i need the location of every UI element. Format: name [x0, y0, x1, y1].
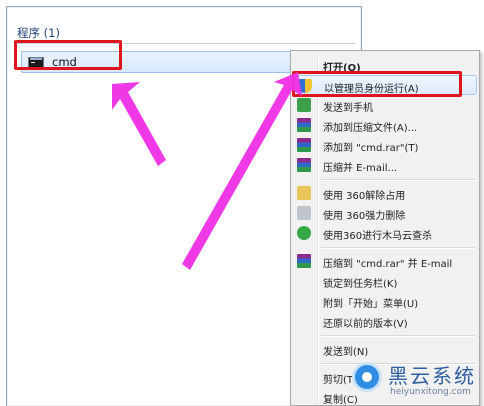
cmd-highlight-box	[14, 40, 122, 70]
menu-item-compress-email[interactable]: 压缩并 E-mail...	[293, 155, 477, 175]
menu-item-add-to-cmd-rar[interactable]: 添加到 "cmd.rar"(T)	[293, 135, 477, 155]
run-as-admin-highlight-box	[292, 71, 462, 97]
menu-item-pin-taskbar[interactable]: 锁定到任务栏(K)	[293, 271, 477, 291]
menu-separator	[321, 179, 475, 180]
context-menu: 打开(O) 以管理员身份运行(A) 发送到手机 添加到压缩文件(A)... 添加…	[290, 50, 480, 406]
winrar-icon	[297, 158, 311, 172]
menu-item-360-force-delete[interactable]: 使用 360强力删除	[293, 203, 477, 223]
watermark-url: heiyunxitong.com	[390, 387, 471, 397]
heiyun-logo-icon	[352, 362, 382, 392]
menu-separator	[321, 335, 475, 336]
programs-group-header: 程序 (1)	[17, 26, 60, 40]
menu-item-label: 使用 360强力删除	[323, 211, 406, 222]
menu-item-add-to-archive[interactable]: 添加到压缩文件(A)...	[293, 115, 477, 135]
menu-item-label: 附到「开始」菜单(U)	[323, 299, 419, 310]
menu-item-send-to-phone[interactable]: 发送到手机	[293, 95, 477, 115]
folder-360-icon	[297, 186, 311, 200]
winrar-icon	[297, 254, 311, 268]
watermark: 黑云系统 heiyunxitong.com	[348, 356, 484, 406]
menu-item-label: 添加到 "cmd.rar"(T)	[323, 143, 419, 154]
send-to-phone-icon	[297, 98, 311, 112]
menu-item-label: 发送到手机	[323, 103, 373, 114]
menu-item-restore-versions[interactable]: 还原以前的版本(V)	[293, 311, 477, 331]
menu-item-label: 使用 360解除占用	[323, 191, 406, 202]
menu-separator	[321, 247, 475, 248]
menu-item-compress-cmd-rar-email[interactable]: 压缩到 "cmd.rar" 并 E-mail	[293, 251, 477, 271]
watermark-title: 黑云系统	[388, 364, 476, 388]
menu-item-label: 锁定到任务栏(K)	[323, 279, 398, 290]
menu-item-label: 压缩并 E-mail...	[323, 163, 398, 174]
winrar-icon	[297, 138, 311, 152]
menu-item-label: 压缩到 "cmd.rar" 并 E-mail	[323, 259, 453, 270]
menu-item-pin-start[interactable]: 附到「开始」菜单(U)	[293, 291, 477, 311]
menu-item-label: 添加到压缩文件(A)...	[323, 123, 418, 134]
360-shield-icon	[297, 226, 311, 240]
menu-item-360-unlock[interactable]: 使用 360解除占用	[293, 183, 477, 203]
winrar-icon	[297, 118, 311, 132]
menu-item-label: 还原以前的版本(V)	[323, 319, 408, 330]
menu-item-360-trojan-scan[interactable]: 使用360进行木马云查杀	[293, 223, 477, 243]
menu-item-label: 使用360进行木马云查杀	[323, 231, 433, 242]
shredder-icon	[297, 206, 311, 220]
